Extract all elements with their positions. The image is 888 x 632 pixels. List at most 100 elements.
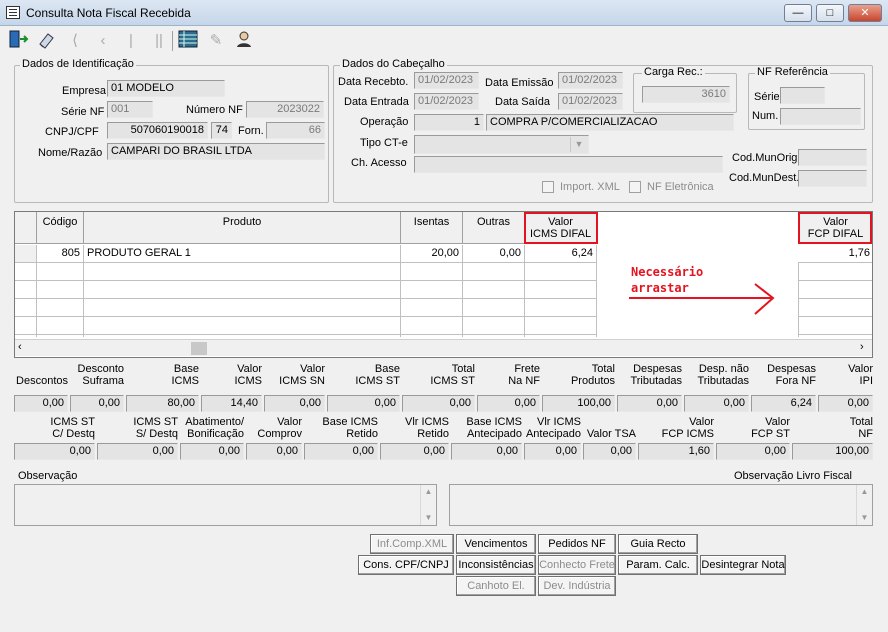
total-value[interactable]: 0,00 xyxy=(304,443,378,460)
empresa-field[interactable]: 01 MODELO xyxy=(107,80,225,97)
previous-record-icon[interactable]: ‹ xyxy=(90,29,116,53)
nfref-serie-field[interactable] xyxy=(780,87,825,104)
total-value[interactable]: 0,00 xyxy=(402,395,475,412)
items-grid[interactable]: Código Produto Isentas Outras Valor ICMS… xyxy=(14,211,873,358)
header-produto[interactable]: Produto xyxy=(84,212,401,244)
row-indicator[interactable] xyxy=(15,245,37,263)
eraser-icon[interactable] xyxy=(34,29,60,53)
total-label: Desconto Suframa xyxy=(77,363,124,387)
total-value[interactable]: 0,00 xyxy=(70,395,124,412)
user-query-icon[interactable] xyxy=(231,29,257,53)
maximize-button[interactable]: □ xyxy=(816,4,844,22)
observacao-livro-textarea[interactable]: ▲ ▼ xyxy=(449,484,873,526)
cell-outras[interactable]: 0,00 xyxy=(463,245,525,263)
scroll-left-icon[interactable]: ‹ xyxy=(18,341,22,353)
total-label: Valor FCP ST xyxy=(751,416,790,440)
header-isentas[interactable]: Isentas xyxy=(401,212,463,244)
total-value[interactable]: 100,00 xyxy=(542,395,615,412)
total-value[interactable]: 100,00 xyxy=(792,443,873,460)
nf-eletronica-checkbox[interactable] xyxy=(629,181,641,193)
cons-cpf-cnpj-button[interactable]: Cons. CPF/CNPJ xyxy=(358,555,454,575)
total-value[interactable]: 0,00 xyxy=(180,443,244,460)
cell-produto[interactable]: PRODUTO GERAL 1 xyxy=(84,245,401,263)
cell-isentas[interactable]: 20,00 xyxy=(401,245,463,263)
header-outras[interactable]: Outras xyxy=(463,212,525,244)
scroll-thumb[interactable] xyxy=(191,342,207,355)
cod-mun-orig-field[interactable] xyxy=(798,149,867,166)
annotation-line1: Necessário xyxy=(631,265,704,279)
cell-fcp-difal[interactable]: 1,76 xyxy=(798,245,872,263)
minimize-button[interactable]: — xyxy=(784,4,812,22)
total-value[interactable]: 0,00 xyxy=(246,443,302,460)
total-label: Valor Comprov xyxy=(257,416,302,440)
total-value[interactable]: 0,00 xyxy=(327,395,400,412)
total-value[interactable]: 0,00 xyxy=(818,395,873,412)
pedidos-nf-button[interactable]: Pedidos NF xyxy=(538,534,616,554)
horizontal-scrollbar[interactable]: ‹ › xyxy=(15,339,872,356)
observacao-livro-scrollbar[interactable]: ▲ ▼ xyxy=(856,485,872,525)
serie-nf-field[interactable]: 001 xyxy=(107,101,153,118)
tipo-cte-select[interactable] xyxy=(414,135,589,154)
cod-mun-dest-field[interactable] xyxy=(798,170,867,187)
canhoto-el-button[interactable]: Canhoto El. xyxy=(456,576,536,596)
total-value[interactable]: 1,60 xyxy=(638,443,714,460)
first-record-icon[interactable]: ⟨ xyxy=(62,29,88,53)
inconsistencias-button[interactable]: Inconsistências xyxy=(456,555,536,575)
header-codigo[interactable]: Código xyxy=(37,212,84,244)
operacao-code-field[interactable]: 1 xyxy=(414,114,484,131)
total-value[interactable]: 0,00 xyxy=(716,443,790,460)
total-value[interactable]: 14,40 xyxy=(201,395,262,412)
nfref-num-field[interactable] xyxy=(780,108,861,125)
observacao-textarea[interactable]: ▲ ▼ xyxy=(14,484,437,526)
nf-eletronica-label: NF Eletrônica xyxy=(647,181,714,193)
total-value[interactable]: 0,00 xyxy=(477,395,540,412)
chevron-down-icon[interactable]: ▼ xyxy=(570,137,587,152)
total-value[interactable]: 0,00 xyxy=(264,395,325,412)
cell-icms-difal[interactable]: 6,24 xyxy=(525,245,597,263)
operacao-desc-field[interactable]: COMPRA P/COMERCIALIZACAO xyxy=(486,114,734,131)
nome-razao-field[interactable]: CAMPARI DO BRASIL LTDA xyxy=(107,143,325,160)
total-value[interactable]: 0,00 xyxy=(451,443,522,460)
import-xml-checkbox[interactable] xyxy=(542,181,554,193)
total-value[interactable]: 0,00 xyxy=(14,395,68,412)
carga-rec-field[interactable]: 3610 xyxy=(642,86,730,103)
scroll-right-icon[interactable]: › xyxy=(860,341,864,353)
total-label: Vlr ICMS Retido xyxy=(405,416,449,440)
guia-recto-button[interactable]: Guia Recto xyxy=(618,534,698,554)
edit-disabled-icon[interactable]: ✎ xyxy=(203,29,229,53)
total-value[interactable]: 0,00 xyxy=(617,395,682,412)
data-emissao-field[interactable]: 01/02/2023 xyxy=(558,72,623,89)
total-value[interactable]: 0,00 xyxy=(14,443,95,460)
dev-industria-button[interactable]: Dev. Indústria xyxy=(538,576,616,596)
total-value[interactable]: 0,00 xyxy=(684,395,749,412)
data-recebto-field[interactable]: 01/02/2023 xyxy=(414,72,479,89)
data-saida-field[interactable]: 01/02/2023 xyxy=(558,93,623,110)
param-calc-button[interactable]: Param. Calc. xyxy=(618,555,698,575)
total-value[interactable]: 6,24 xyxy=(751,395,816,412)
nome-razao-label: Nome/Razão xyxy=(38,147,103,159)
last-record-icon[interactable]: || xyxy=(146,29,172,53)
vencimentos-button[interactable]: Vencimentos xyxy=(456,534,536,554)
grid-view-icon[interactable] xyxy=(175,29,201,53)
data-entrada-field[interactable]: 01/02/2023 xyxy=(414,93,479,110)
conhecto-frete-button[interactable]: Conhecto Frete xyxy=(538,555,616,575)
total-value[interactable]: 80,00 xyxy=(126,395,199,412)
cell-codigo[interactable]: 805 xyxy=(37,245,84,263)
close-button[interactable]: ✕ xyxy=(848,4,882,22)
total-value[interactable]: 0,00 xyxy=(524,443,581,460)
inf-comp-xml-button[interactable]: Inf.Comp.XML xyxy=(370,534,454,554)
numero-nf-field[interactable]: 2023022 xyxy=(246,101,324,118)
total-label: Base ICMS Antecipado xyxy=(466,416,522,440)
total-value[interactable]: 0,00 xyxy=(97,443,178,460)
cnpj-suffix-field[interactable]: 74 xyxy=(211,122,232,139)
next-record-icon[interactable]: | xyxy=(118,29,144,53)
desintegrar-nota-button[interactable]: Desintegrar Nota xyxy=(700,555,786,575)
exit-door-icon[interactable] xyxy=(6,29,32,53)
total-value[interactable]: 0,00 xyxy=(380,443,449,460)
cnpj-field[interactable]: 507060190018 xyxy=(107,122,208,139)
forn-field[interactable]: 66 xyxy=(266,122,325,139)
total-value[interactable]: 0,00 xyxy=(583,443,636,460)
tipo-cte-label: Tipo CT-e xyxy=(360,137,408,149)
observacao-scrollbar[interactable]: ▲ ▼ xyxy=(420,485,436,525)
ch-acesso-field[interactable] xyxy=(414,156,723,173)
